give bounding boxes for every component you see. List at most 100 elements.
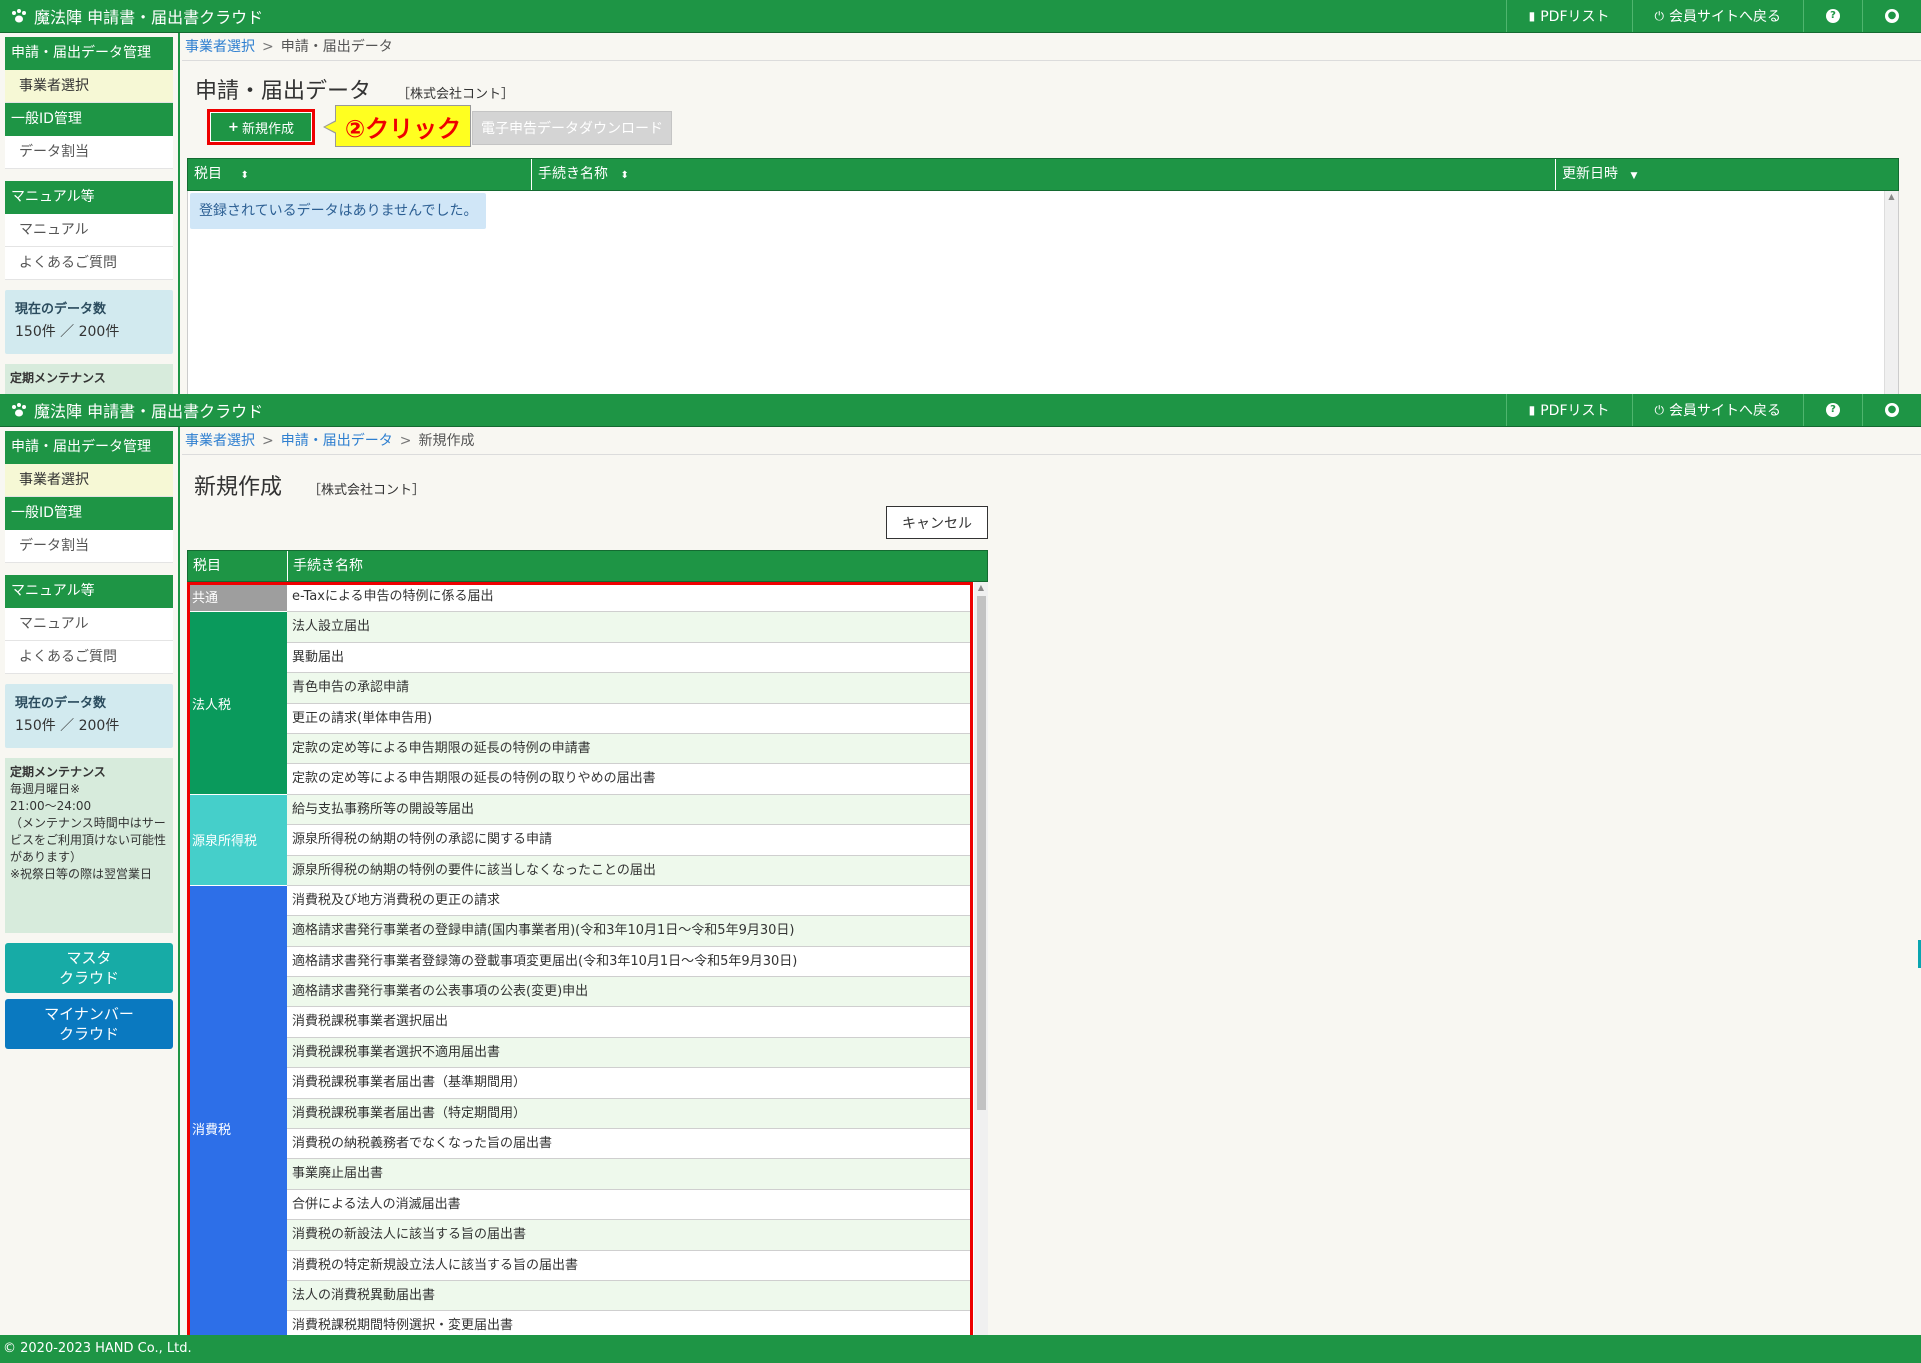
column-header-tax: 税目 (188, 551, 288, 581)
column-label: 更新日時 (1562, 166, 1618, 182)
member-site-link[interactable]: ⏻ 会員サイトへ戻る (1631, 394, 1804, 426)
procedure-table-body: 共通 法人税 源泉所得税 消費税 e-Taxによる申告の特例に係る届出 法人設立届出 異動… (187, 582, 988, 1335)
sidebar-item-data-assign[interactable]: データ割当 (5, 136, 173, 169)
sidebar-item-faq[interactable]: よくあるご質問 (5, 247, 173, 280)
paw-icon (12, 9, 26, 23)
breadcrumb-separator: > (262, 39, 274, 55)
top-bar: 魔法陣 申請書・届出書クラウド ▮ PDFリスト ⏻ 会員サイトへ戻る ? ● (0, 0, 1921, 33)
empty-message: 登録されているデータはありませんでした。 (190, 193, 486, 229)
power-icon: ⏻ (1654, 402, 1665, 417)
maintenance-text: 毎週月曜日※ 21:00～24:00 （メンテナンス時間中はサービスをご利用頂け… (10, 782, 167, 881)
data-count-box: 現在のデータ数 150件 ／ 200件 (5, 684, 173, 748)
scroll-up-icon[interactable]: ▲ (1885, 191, 1898, 203)
help-icon: ? (1826, 403, 1840, 417)
mynumber-cloud-button[interactable]: マイナンバー クラウド (5, 999, 173, 1049)
column-header-tax[interactable]: 税目 ⬍ (188, 159, 532, 190)
plus-icon: + (228, 119, 239, 135)
breadcrumb-data-list[interactable]: 申請・届出データ (281, 433, 393, 449)
sidebar-item-business-select[interactable]: 事業者選択 (5, 70, 173, 103)
sidebar-section-id-management: 一般ID管理 (5, 103, 173, 136)
column-label: 税目 (194, 166, 222, 182)
member-site-label: 会員サイトへ戻る (1669, 9, 1781, 25)
highlight-box (187, 582, 973, 1335)
pdf-list-link[interactable]: ▮ PDFリスト (1505, 394, 1632, 426)
procedure-table-header: 税目 手続き名称 (187, 550, 988, 582)
paw-icon (12, 403, 26, 417)
sidebar-item-manual[interactable]: マニュアル (5, 214, 173, 247)
company-name: ［株式会社コント］ (308, 483, 426, 498)
sidebar-item-faq[interactable]: よくあるご質問 (5, 641, 173, 674)
download-button[interactable]: 電子申告データダウンロード (472, 111, 672, 145)
data-count-box: 現在のデータ数 150件 ／ 200件 (5, 290, 173, 354)
page-title-row: 新規作成 ［株式会社コント］ (194, 469, 425, 501)
data-count-title: 現在のデータ数 (15, 302, 107, 317)
sidebar-item-business-select[interactable]: 事業者選択 (5, 464, 173, 497)
pdf-list-link[interactable]: ▮ PDFリスト (1505, 0, 1632, 32)
column-label: 手続き名称 (538, 166, 608, 182)
pdf-list-label: PDFリスト (1540, 9, 1610, 25)
sort-icon: ⬍ (620, 170, 629, 181)
sidebar-item-manual[interactable]: マニュアル (5, 608, 173, 641)
master-cloud-button[interactable]: マスタ クラウド (5, 943, 173, 993)
column-header-updated[interactable]: 更新日時 ▼ (1556, 159, 1898, 190)
company-name: ［株式会社コント］ (397, 87, 515, 102)
maintenance-title: 定期メンテナンス (10, 371, 106, 385)
user-icon: ● (1885, 403, 1899, 417)
new-create-button[interactable]: + 新規作成 (207, 109, 315, 145)
sidebar-item-data-assign[interactable]: データ割当 (5, 530, 173, 563)
help-button[interactable]: ? (1803, 394, 1862, 426)
help-button[interactable]: ? (1803, 0, 1862, 32)
breadcrumb-current: 申請・届出データ (280, 39, 393, 55)
breadcrumb-business-select[interactable]: 事業者選択 (185, 39, 255, 55)
table-scrollbar[interactable]: ▲ (1884, 191, 1898, 394)
click-callout: ②クリック (323, 105, 471, 147)
user-button[interactable]: ● (1862, 394, 1921, 426)
app-title: 魔法陣 申請書・届出書クラウド (34, 402, 264, 421)
data-table-header: 税目 ⬍ 手続き名称 ⬍ 更新日時 ▼ (187, 158, 1899, 191)
breadcrumb-separator: > (262, 433, 274, 449)
breadcrumb-business-select[interactable]: 事業者選択 (185, 433, 255, 449)
maintenance-box: 定期メンテナンス (5, 364, 173, 394)
breadcrumb-current: 新規作成 (418, 433, 475, 449)
data-table-body: 登録されているデータはありませんでした。 ▲ (187, 191, 1899, 394)
sidebar-section-id-management: 一般ID管理 (5, 497, 173, 530)
sidebar: 申請・届出データ管理 事業者選択 一般ID管理 データ割当 マニュアル等 マニュ… (0, 33, 180, 394)
app-logo[interactable]: 魔法陣 申請書・届出書クラウド (0, 398, 263, 422)
sidebar-section-manuals: マニュアル等 (5, 181, 173, 214)
page-title-row: 申請・届出データ ［株式会社コント］ (195, 73, 514, 105)
breadcrumb: 事業者選択 > 申請・届出データ > 新規作成 (182, 427, 1921, 455)
user-button[interactable]: ● (1862, 0, 1921, 32)
power-icon: ⏻ (1654, 8, 1665, 23)
column-header-procedure[interactable]: 手続き名称 ⬍ (532, 159, 1556, 190)
member-site-label: 会員サイトへ戻る (1669, 403, 1781, 419)
pdf-list-label: PDFリスト (1540, 403, 1610, 419)
file-icon: ▮ (1528, 9, 1536, 23)
page-title: 申請・届出データ (195, 79, 372, 104)
cancel-button[interactable]: キャンセル (886, 506, 988, 539)
scrollbar-thumb[interactable] (977, 596, 986, 1110)
sort-desc-icon: ▼ (1630, 171, 1638, 181)
breadcrumb-separator: > (399, 433, 412, 449)
page-title: 新規作成 (194, 475, 283, 500)
app-title: 魔法陣 申請書・届出書クラウド (34, 8, 264, 27)
sidebar-section-data-management: 申請・届出データ管理 (5, 431, 173, 464)
main-content: 事業者選択 > 申請・届出データ > 新規作成 新規作成 ［株式会社コント］ キャンセル … (182, 427, 1921, 1335)
help-icon: ? (1826, 9, 1840, 23)
column-header-procedure: 手続き名称 (293, 558, 363, 574)
scroll-up-icon[interactable]: ▲ (974, 582, 988, 594)
member-site-link[interactable]: ⏻ 会員サイトへ戻る (1631, 0, 1804, 32)
app-logo[interactable]: 魔法陣 申請書・届出書クラウド (0, 4, 263, 28)
data-count-value: 150件 ／ 200件 (15, 718, 120, 734)
sidebar: 申請・届出データ管理 事業者選択 一般ID管理 データ割当 マニュアル等 マニュ… (0, 427, 180, 1335)
sidebar-section-data-management: 申請・届出データ管理 (5, 37, 173, 70)
procedure-scrollbar[interactable]: ▲ ▼ (974, 582, 988, 1335)
footer: © 2020-2023 HAND Co., Ltd. (0, 1335, 1921, 1363)
file-icon: ▮ (1528, 403, 1536, 417)
sort-icon: ⬍ (240, 170, 249, 181)
data-count-value: 150件 ／ 200件 (15, 324, 120, 340)
breadcrumb: 事業者選択 > 申請・届出データ (182, 33, 1921, 61)
main-content: 事業者選択 > 申請・届出データ 申請・届出データ ［株式会社コント］ + 新規作成 電… (182, 33, 1921, 394)
data-count-title: 現在のデータ数 (15, 696, 107, 711)
sidebar-section-manuals: マニュアル等 (5, 575, 173, 608)
user-icon: ● (1885, 9, 1899, 23)
